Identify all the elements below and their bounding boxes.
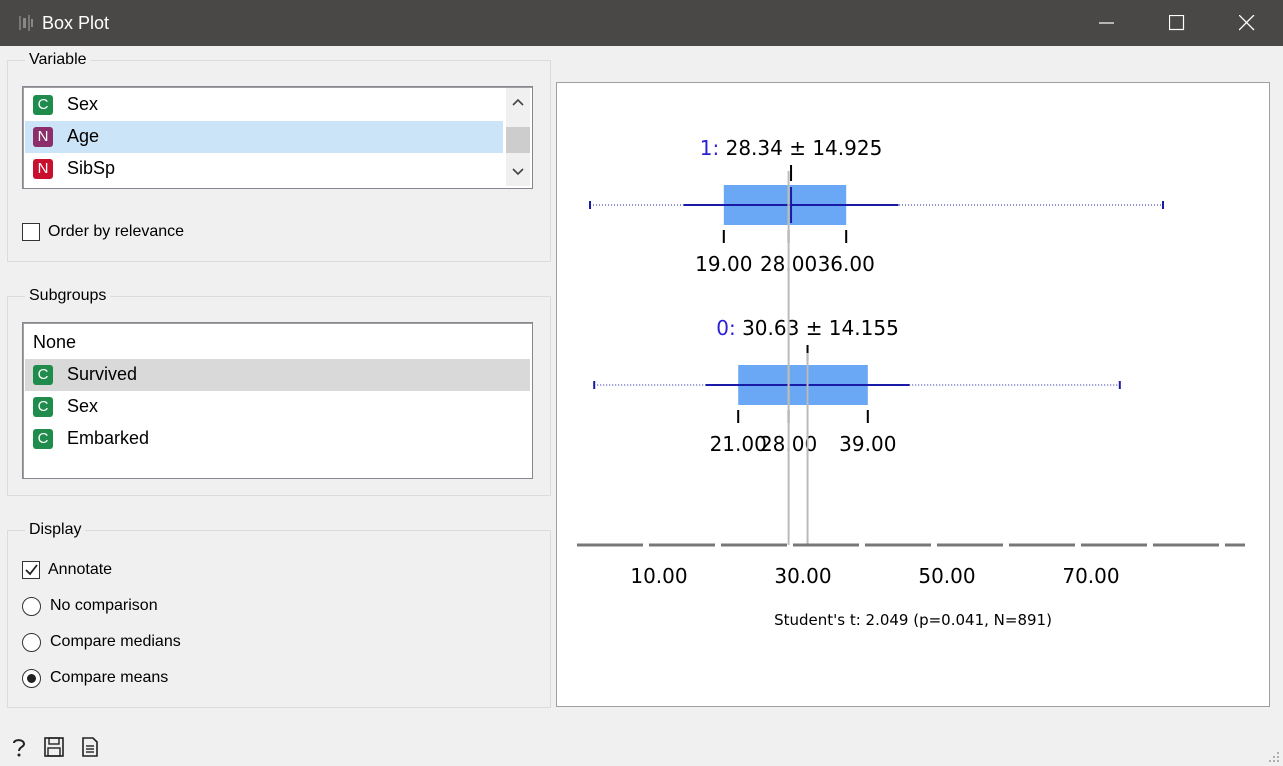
radio-selected-dot — [27, 674, 36, 683]
no-comparison-label: No comparison — [50, 597, 158, 614]
compare-means-label: Compare means — [50, 669, 169, 686]
group-mean-label: 1: 28.34 ± 14.925 — [700, 136, 883, 160]
test-statistic-footer: Student's t: 2.049 (p=0.041, N=891) — [774, 611, 1052, 629]
group-mean-label: 0: 30.63 ± 14.155 — [716, 316, 899, 340]
subgroup-item-sex[interactable]: C Sex — [25, 391, 530, 423]
annotate-label: Annotate — [48, 561, 113, 578]
x-tick-label: 10.00 — [630, 564, 687, 588]
variable-item-label: Age — [67, 126, 100, 146]
save-icon[interactable] — [43, 736, 65, 758]
x-tick-label: 30.00 — [774, 564, 831, 588]
box-plot-svg: 1: 28.34 ± 14.92519.00 28.00 36.000: 30.63… — [577, 136, 1245, 629]
variable-item-sex[interactable]: C Sex — [25, 89, 505, 121]
minimize-button[interactable] — [1072, 0, 1142, 46]
subgroup-item-label: None — [33, 332, 77, 352]
variable-item-label: Sex — [67, 94, 99, 114]
subgroup-item-none[interactable]: None — [25, 327, 530, 359]
numeric-badge-icon: N — [33, 127, 53, 147]
report-icon[interactable] — [79, 736, 101, 758]
order-by-relevance-label: Order by relevance — [48, 223, 185, 240]
compare-medians-radio[interactable] — [22, 633, 41, 652]
close-icon — [1239, 15, 1255, 31]
maximize-icon — [1169, 15, 1185, 31]
window-title: Box Plot — [42, 13, 110, 33]
resize-grip-icon[interactable] — [1268, 751, 1280, 763]
display-group-title: Display — [25, 521, 86, 539]
scroll-down-icon[interactable] — [512, 168, 524, 176]
group-mean-value: 28.34 ± 14.925 — [726, 136, 883, 160]
help-icon[interactable] — [8, 736, 30, 758]
subgroup-item-label: Survived — [67, 364, 138, 384]
variable-item-sibsp[interactable]: N SibSp — [25, 153, 505, 185]
group-mean-value: 30.63 ± 14.155 — [742, 316, 899, 340]
close-button[interactable] — [1212, 0, 1282, 46]
x-tick-label: 70.00 — [1062, 564, 1119, 588]
categorical-badge-icon: C — [33, 429, 53, 449]
categorical-badge-icon: C — [33, 365, 53, 385]
subgroups-list[interactable]: None C Survived C Sex C Embarked — [22, 322, 533, 479]
scroll-up-icon[interactable] — [512, 98, 524, 106]
scroll-thumb[interactable] — [506, 127, 530, 153]
compare-means-radio[interactable] — [22, 669, 41, 688]
variable-item-label: SibSp — [67, 158, 116, 178]
box-plot-canvas: 1: 28.34 ± 14.925 19.00 28.00 36.00 0: 30.63… — [556, 82, 1270, 707]
q3-label: 36.00 — [818, 252, 875, 276]
q3-label: 39.00 — [839, 432, 896, 456]
categorical-badge-icon: C — [33, 397, 53, 417]
subgroups-group-title: Subgroups — [25, 287, 111, 305]
subgroup-item-embarked[interactable]: C Embarked — [25, 423, 530, 455]
q1-label: 21.00 — [710, 432, 767, 456]
no-comparison-radio[interactable] — [22, 597, 41, 616]
numeric-badge-icon: N — [33, 159, 53, 179]
maximize-button[interactable] — [1142, 0, 1212, 46]
q1-label: 19.00 — [695, 252, 752, 276]
subgroup-item-label: Sex — [67, 396, 99, 416]
categorical-badge-icon: C — [33, 95, 53, 115]
group-name: 0: — [716, 316, 742, 340]
variable-item-age[interactable]: N Age — [25, 121, 503, 153]
x-tick-label: 50.00 — [918, 564, 975, 588]
minimize-icon — [1099, 22, 1114, 24]
title-bar: Box Plot — [0, 0, 1283, 46]
checkmark-icon — [25, 564, 38, 576]
subgroup-item-survived[interactable]: C Survived — [25, 359, 530, 391]
annotate-checkbox[interactable] — [22, 561, 40, 579]
variable-list[interactable]: C Sex N Age N SibSp — [22, 86, 533, 189]
box-plot-app-icon — [19, 15, 33, 31]
subgroup-item-label: Embarked — [67, 428, 150, 448]
variable-group-title: Variable — [25, 51, 91, 69]
compare-medians-label: Compare medians — [50, 633, 181, 650]
group-name: 1: — [700, 136, 726, 160]
variable-list-scrollbar[interactable] — [506, 88, 530, 186]
order-by-relevance-checkbox[interactable] — [22, 223, 40, 241]
